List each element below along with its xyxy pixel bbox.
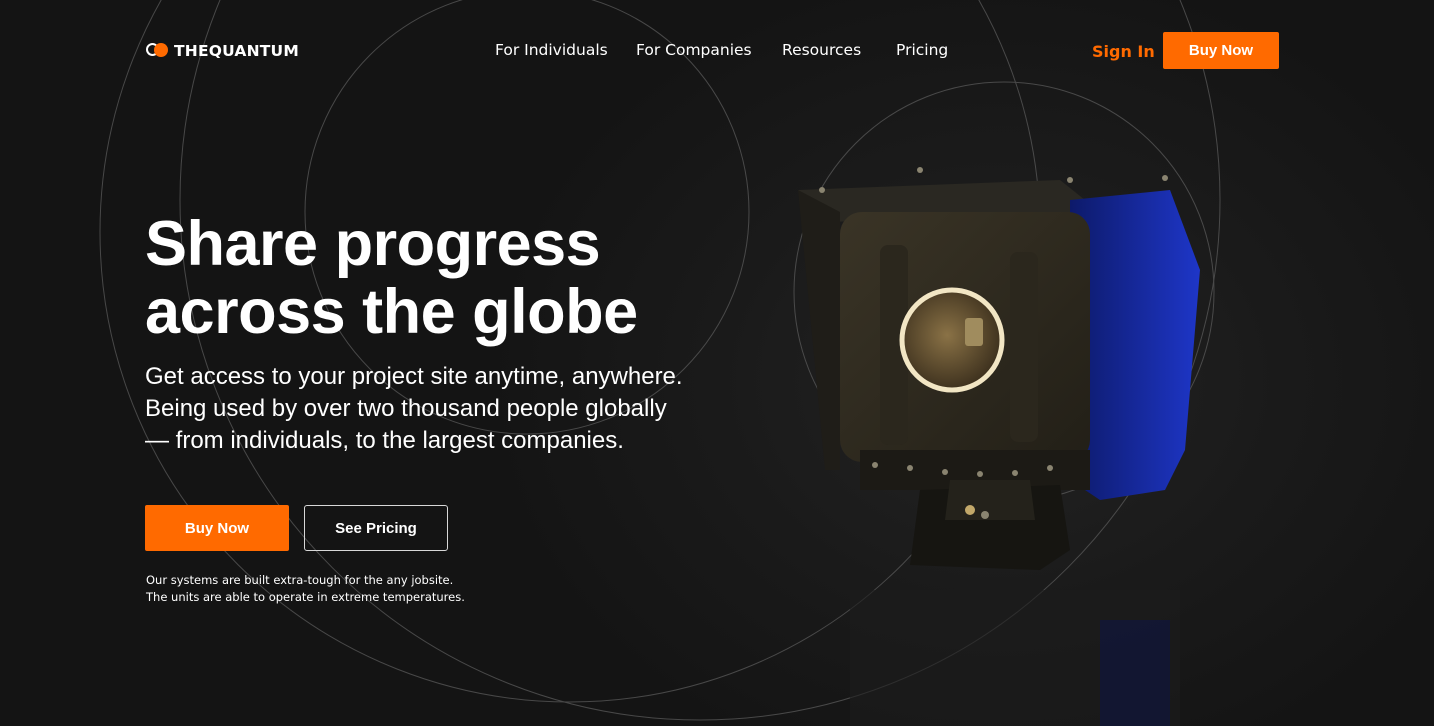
landing-page: THEQUANTUM For Individuals For Companies…	[0, 0, 1434, 726]
nav-item-for-individuals[interactable]: For Individuals	[495, 41, 608, 59]
nav-item-pricing[interactable]: Pricing	[896, 41, 948, 59]
site-header: THEQUANTUM For Individuals For Companies…	[0, 0, 1434, 100]
note-line-1: Our systems are built extra-tough for th…	[146, 573, 454, 587]
hero-subtitle: Get access to your project site anytime,…	[145, 361, 765, 457]
sign-in-link[interactable]: Sign In	[1092, 42, 1155, 61]
logo-text: THEQUANTUM	[174, 42, 299, 60]
quantum-logo-icon	[146, 42, 170, 60]
header-buy-now-button[interactable]: Buy Now	[1163, 32, 1279, 69]
durability-note: Our systems are built extra-tough for th…	[146, 572, 465, 606]
hero-subtitle-line-3: — from individuals, to the largest compa…	[145, 427, 624, 454]
hero-title-line-1: Share progress	[145, 209, 601, 279]
note-line-2: The units are able to operate in extreme…	[146, 590, 465, 604]
hero-subtitle-line-2: Being used by over two thousand people g…	[145, 395, 667, 422]
hero-title-line-2: across the globe	[145, 277, 638, 347]
hero-title: Share progress across the globe	[145, 210, 785, 346]
logo[interactable]: THEQUANTUM	[146, 41, 299, 61]
nav-item-for-companies[interactable]: For Companies	[636, 41, 752, 59]
hero-buy-now-button[interactable]: Buy Now	[145, 505, 289, 551]
nav-item-resources[interactable]: Resources	[782, 41, 861, 59]
camera-unit-image	[798, 167, 1200, 726]
hero-subtitle-line-1: Get access to your project site anytime,…	[145, 363, 683, 390]
see-pricing-button[interactable]: See Pricing	[304, 505, 448, 551]
